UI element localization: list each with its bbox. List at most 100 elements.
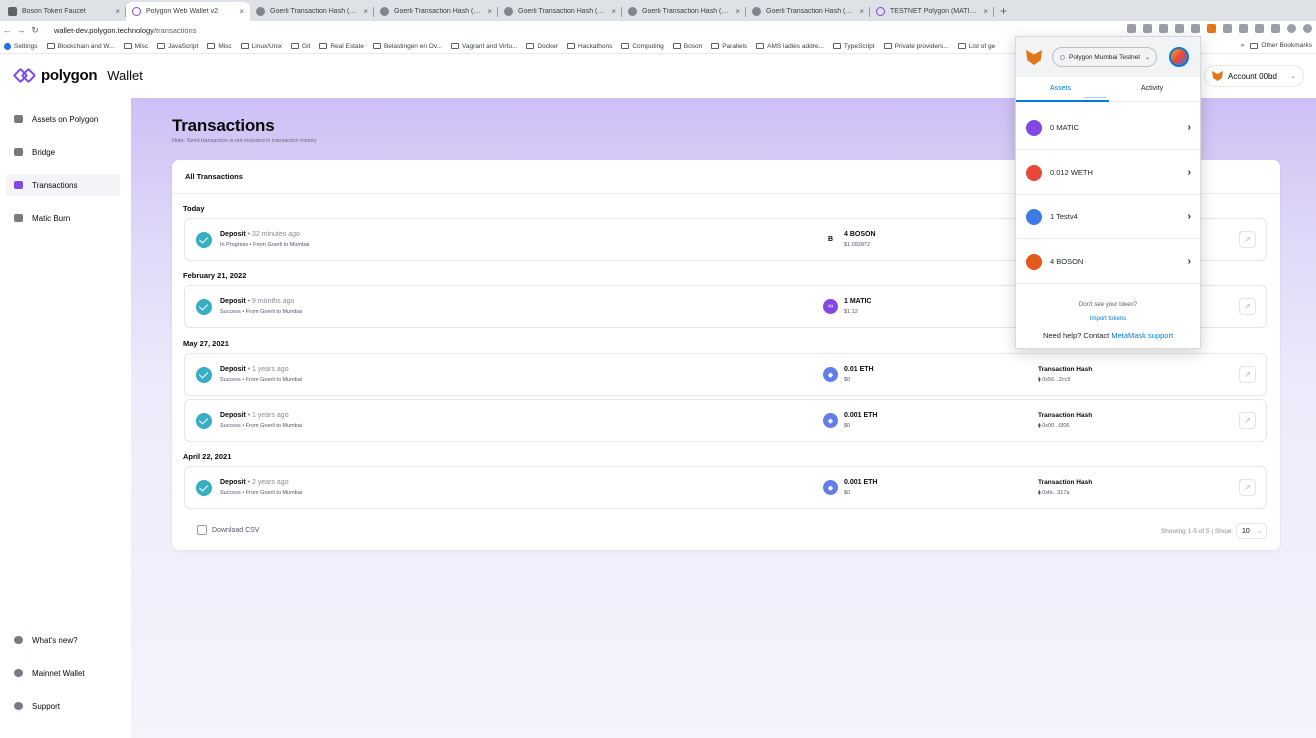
extension-icon[interactable] xyxy=(1223,24,1232,33)
close-icon[interactable]: × xyxy=(239,7,244,16)
sidebar-item-support[interactable]: Support xyxy=(6,695,120,717)
folder-icon xyxy=(621,43,630,49)
external-link-icon[interactable]: ↗ xyxy=(1239,479,1256,496)
tab-separator xyxy=(993,7,994,17)
browser-tab[interactable]: TESTNET Polygon (MATIC) Blo...× xyxy=(870,2,994,21)
transaction-hash-link[interactable]: ⧫ 0x00...f306 xyxy=(1038,423,1069,429)
extension-icon[interactable] xyxy=(1191,24,1200,33)
bookmark-item[interactable]: TypeScript xyxy=(832,43,875,50)
metamask-asset-row[interactable]: 4 BOSON › xyxy=(1016,240,1200,284)
install-icon[interactable] xyxy=(1127,24,1136,33)
asset-label: 0 MATIC xyxy=(1050,123,1080,132)
share-icon[interactable] xyxy=(1143,24,1152,33)
metamask-icon[interactable] xyxy=(1207,24,1216,33)
metamask-support-link[interactable]: MetaMask support xyxy=(1111,331,1173,340)
url-field[interactable]: wallet-dev.polygon.technology/transactio… xyxy=(54,26,196,35)
transaction-hash-link[interactable]: ⧫ 0xfe...317a xyxy=(1038,490,1069,496)
bookmark-item[interactable]: Computing xyxy=(621,43,664,50)
back-icon[interactable]: ← xyxy=(0,25,14,35)
import-tokens-link[interactable]: Import tokens xyxy=(1016,316,1200,322)
sidebar-item-transactions[interactable]: Transactions xyxy=(6,174,120,196)
menu-icon[interactable] xyxy=(1303,24,1312,33)
transaction-hash-link[interactable]: ⧫ 0x56...2cc9 xyxy=(1038,377,1070,383)
extension-icon[interactable] xyxy=(1175,24,1184,33)
reload-icon[interactable]: ↻ xyxy=(28,25,42,36)
browser-tab[interactable]: Goerli Transaction Hash (Txha...× xyxy=(498,2,622,21)
bookmark-item[interactable]: JavaScript xyxy=(156,42,199,50)
tab-activity[interactable]: Activity xyxy=(1141,85,1163,92)
sidebar-item-bridge[interactable]: Bridge xyxy=(6,141,120,163)
polygon-logo[interactable]: polygon Wallet xyxy=(12,67,143,84)
bookmark-label: JavaScript xyxy=(167,42,199,50)
transaction-row[interactable]: Deposit • 1 years ago Success • From Goer… xyxy=(184,353,1267,396)
star-icon[interactable] xyxy=(1159,24,1168,33)
bookmark-label: Belastingen en Ov... xyxy=(383,42,443,50)
forward-icon[interactable]: → xyxy=(14,25,28,35)
bookmark-item[interactable]: Misc xyxy=(207,43,232,50)
profile-icon[interactable] xyxy=(1287,24,1296,33)
sidepanel-icon[interactable] xyxy=(1271,24,1280,33)
bookmark-item[interactable]: Belastingen en Ov... xyxy=(372,42,443,50)
page-title: Transactions xyxy=(172,116,275,135)
browser-tab[interactable]: Goerli Transaction Hash (Txha...× xyxy=(746,2,870,21)
transaction-row[interactable]: Deposit • 2 years ago Success • From Goer… xyxy=(184,466,1267,509)
bookmark-item[interactable]: Parallels xyxy=(711,43,747,50)
other-bookmarks[interactable]: Other Bookmarks xyxy=(1250,42,1312,49)
bookmark-item[interactable]: Vagrant and Virtu... xyxy=(451,43,517,50)
new-tab-icon[interactable]: + xyxy=(994,4,1013,21)
tx-type: Deposit • 32 minutes ago xyxy=(220,231,300,238)
extension-icon[interactable] xyxy=(1239,24,1248,33)
bookmark-item[interactable]: Docker xyxy=(526,43,558,50)
browser-tab[interactable]: Goerli Transaction Hash (Txha...× xyxy=(374,2,498,21)
sidebar-item-label: What's new? xyxy=(32,635,78,645)
close-icon[interactable]: × xyxy=(983,7,988,16)
url-host: wallet-dev.polygon.technology xyxy=(54,25,154,35)
bookmark-item[interactable]: Boson xyxy=(672,43,702,50)
sidebar-item-matic-burn[interactable]: Matic Burn xyxy=(6,207,120,229)
network-selector[interactable]: Polygon Mumbai Testnet ⌄ xyxy=(1052,47,1157,67)
bookmark-item[interactable]: Linux/Unix xyxy=(240,43,282,50)
metamask-asset-row[interactable]: 0 MATIC › xyxy=(1016,106,1200,150)
more-bookmarks-button[interactable]: » xyxy=(1241,42,1245,49)
account-avatar[interactable] xyxy=(1169,47,1189,67)
external-link-icon[interactable]: ↗ xyxy=(1239,298,1256,315)
bookmark-item[interactable]: List of ge xyxy=(957,43,995,50)
external-link-icon[interactable]: ↗ xyxy=(1239,412,1256,429)
browser-tab[interactable]: Goerli Transaction Hash (Txha...× xyxy=(250,2,374,21)
browser-tab[interactable]: Boson Token Faucet × xyxy=(2,2,126,21)
sidebar-item-what-s-new-[interactable]: What's new? xyxy=(6,629,120,651)
browser-tab[interactable]: Polygon Web Wallet v2 × xyxy=(126,2,250,21)
close-icon[interactable]: × xyxy=(115,7,120,16)
close-icon[interactable]: × xyxy=(735,7,740,16)
close-icon[interactable]: × xyxy=(859,7,864,16)
metamask-asset-row[interactable]: 0.012 WETH › xyxy=(1016,151,1200,195)
close-icon[interactable]: × xyxy=(611,7,616,16)
download-csv-button[interactable]: Download CSV xyxy=(197,525,259,535)
tab-title: Goerli Transaction Hash (Txha... xyxy=(394,8,485,15)
external-link-icon[interactable]: ↗ xyxy=(1239,366,1256,383)
globe-icon xyxy=(256,7,265,16)
external-link-icon[interactable]: ↗ xyxy=(1239,231,1256,248)
page-size-select[interactable]: 10 ⌄ xyxy=(1236,523,1267,539)
bookmark-label: Vagrant and Virtu... xyxy=(462,42,518,50)
close-icon[interactable]: × xyxy=(487,7,492,16)
bookmark-item[interactable]: Real Estate xyxy=(319,43,364,50)
bookmark-item[interactable]: Blockchain and W... xyxy=(46,43,115,50)
puzzle-icon[interactable] xyxy=(1255,24,1264,33)
transaction-row[interactable]: Deposit • 1 years ago Success • From Goer… xyxy=(184,399,1267,442)
bookmark-item[interactable]: Hackathons xyxy=(567,43,612,50)
bookmark-item[interactable]: Private providers... xyxy=(883,43,949,50)
bookmark-item[interactable]: AMS ladies addre... xyxy=(756,43,824,50)
close-icon[interactable]: × xyxy=(363,7,368,16)
sidebar-item-assets-on-polygon[interactable]: Assets on Polygon xyxy=(6,108,120,130)
bookmark-label: Other Bookmarks xyxy=(1261,42,1312,49)
metamask-asset-row[interactable]: 1 Testv4 › xyxy=(1016,195,1200,239)
browser-tab[interactable]: Goerli Transaction Hash (Txha...× xyxy=(622,2,746,21)
bookmark-item[interactable]: Settings xyxy=(4,42,38,50)
bookmark-item[interactable]: Git xyxy=(291,43,310,50)
bookmark-item[interactable]: Misc xyxy=(123,43,148,50)
eth-token-icon: ◆ xyxy=(823,367,838,382)
account-button[interactable]: Account 00bd ⌄ xyxy=(1204,65,1304,87)
sidebar-item-mainnet-wallet[interactable]: Mainnet Wallet xyxy=(6,662,120,684)
tab-assets[interactable]: Assets xyxy=(1050,85,1071,92)
